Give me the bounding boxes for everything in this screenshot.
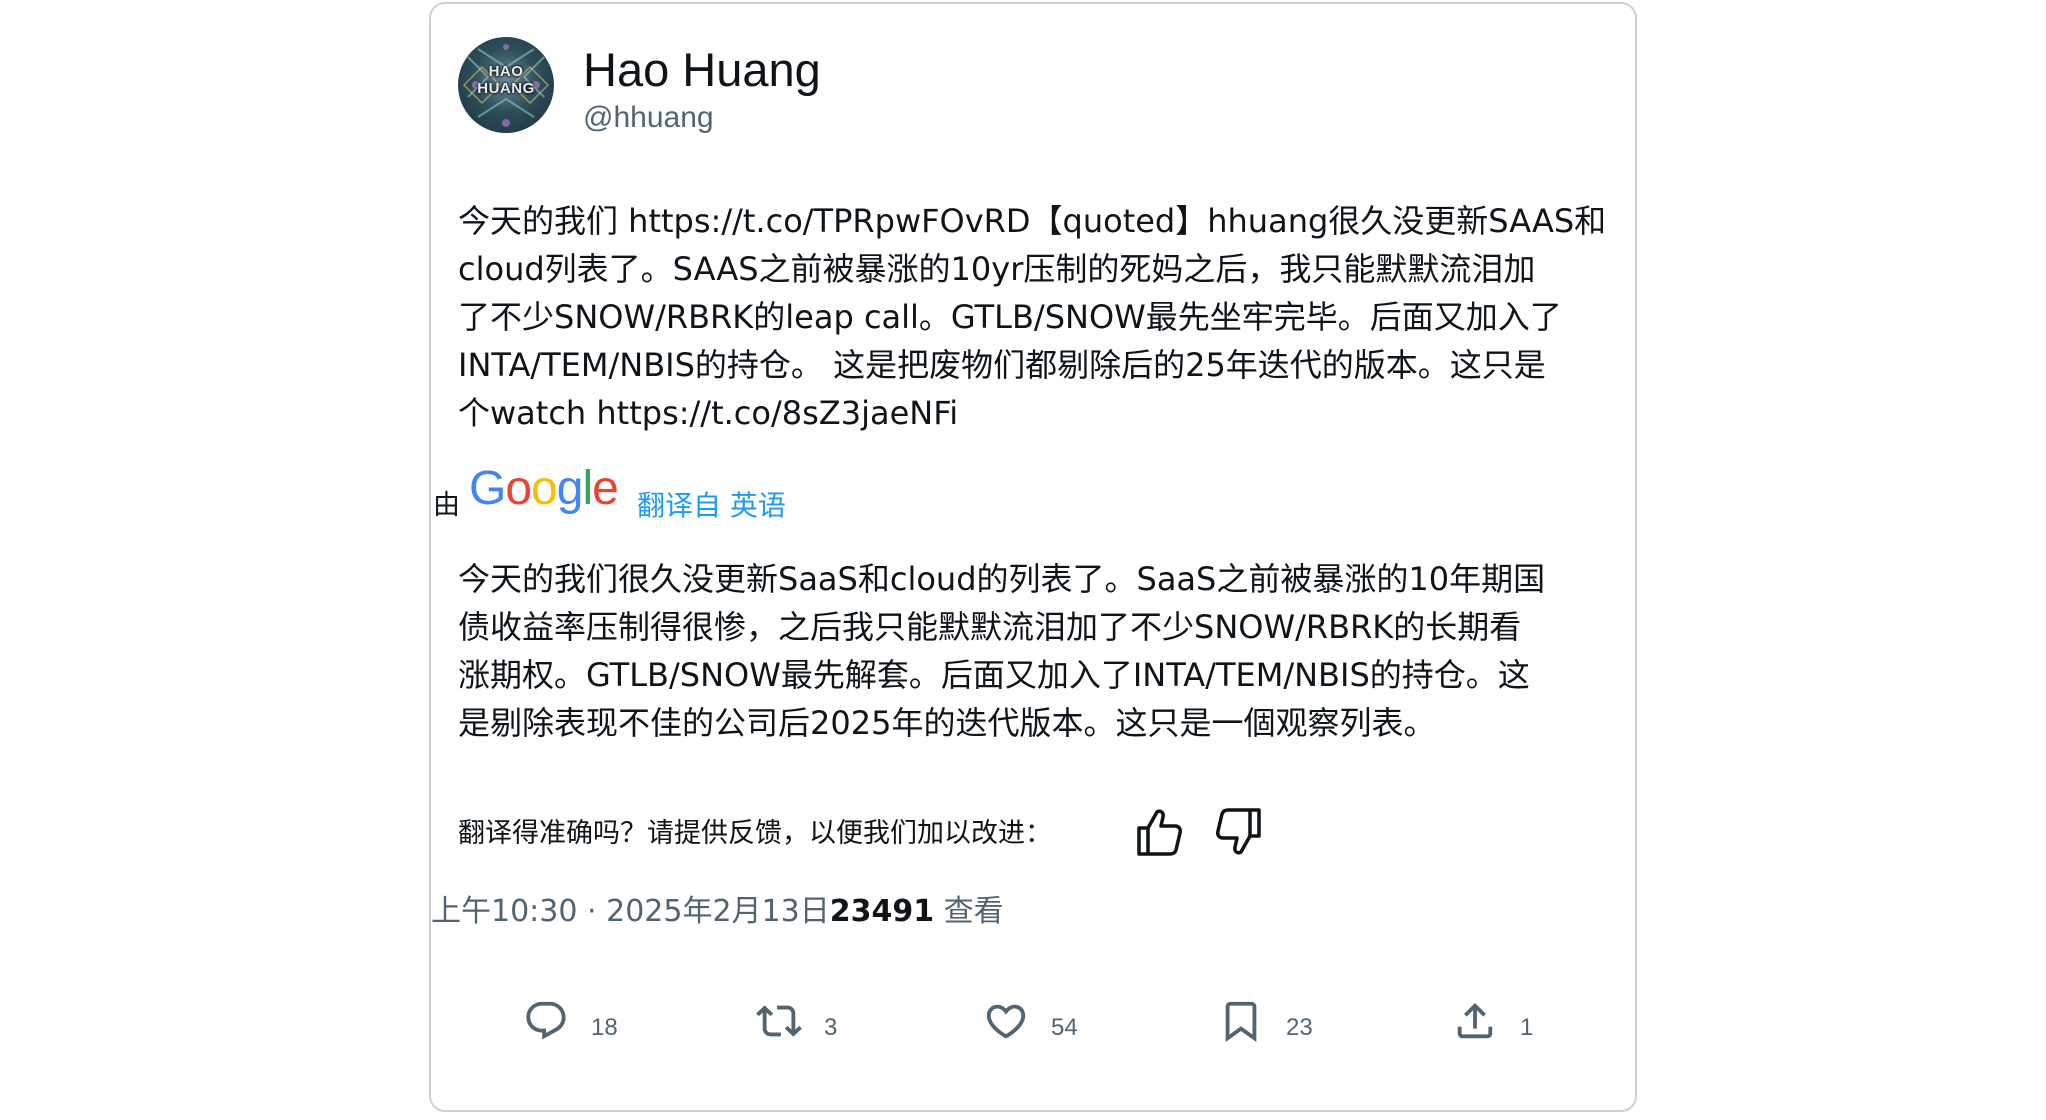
- thumbs-down-icon[interactable]: [1215, 806, 1263, 858]
- tweet-text: 今天的我们 https://t.co/TPRpwFOvRD【quoted】hhu…: [458, 197, 1628, 437]
- action-bar: 18 3 54 23 1: [431, 994, 1635, 1054]
- tweet-time[interactable]: 上午10:30: [431, 894, 577, 929]
- avatar-text-line1: HAO: [488, 63, 524, 80]
- translated-text-line: 债收益率压制得很惨，之后我只能默默流泪加了不少SNOW/RBRK的长期看: [458, 608, 1522, 646]
- reply-icon: [526, 1001, 566, 1040]
- thumbs-up-icon[interactable]: [1135, 806, 1183, 858]
- avatar-text-line2: HUANG: [477, 80, 535, 97]
- tweet-text-line: 了不少SNOW/RBRK的leap call。GTLB/SNOW最先坐牢完毕。后…: [458, 298, 1562, 336]
- translated-text: 今天的我们很久没更新SaaS和cloud的列表了。SaaS之前被暴涨的10年期国…: [458, 555, 1628, 747]
- google-logo: Google: [469, 462, 619, 515]
- author-name[interactable]: Hao Huang: [583, 41, 821, 99]
- author-handle[interactable]: @hhuang: [583, 100, 714, 136]
- views-label: 查看: [934, 894, 1004, 929]
- tweet-card: HAO HUANG Hao Huang @hhuang 今天的我们 https:…: [429, 2, 1637, 1112]
- tweet-date[interactable]: 2025年2月13日: [606, 894, 830, 929]
- avatar[interactable]: HAO HUANG: [458, 37, 554, 133]
- translated-by-label: 由: [433, 490, 460, 521]
- translated-text-line: 是剔除表现不佳的公司后2025年的迭代版本。这只是一個观察列表。: [458, 704, 1436, 742]
- reply-count: 18: [591, 1014, 618, 1041]
- tweet-text-line: cloud列表了。SAAS之前被暴涨的10yr压制的死妈之后，我只能默默流泪加: [458, 250, 1536, 288]
- meta-separator: ·: [587, 894, 597, 929]
- bookmark-count: 23: [1286, 1014, 1313, 1041]
- retweet-count: 3: [824, 1014, 838, 1041]
- share-count: 1: [1520, 1014, 1534, 1041]
- tweet-text-line: 个watch https://t.co/8sZ3jaeNFi: [458, 394, 959, 432]
- translated-text-line: 涨期权。GTLB/SNOW最先解套。后面又加入了INTA/TEM/NBIS的持仓…: [458, 656, 1530, 694]
- translated-text-line: 今天的我们很久没更新SaaS和cloud的列表了。SaaS之前被暴涨的10年期国: [458, 560, 1546, 598]
- like-count: 54: [1051, 1014, 1078, 1041]
- bookmark-icon: [1225, 1001, 1257, 1042]
- tweet-text-line: 今天的我们 https://t.co/TPRpwFOvRD【quoted】hhu…: [458, 202, 1607, 240]
- translation-feedback-prompt: 翻译得准确吗？请提供反馈，以便我们加以改进：: [458, 818, 1052, 849]
- tweet-meta: 上午10:30 · 2025年2月13日23491 查看: [431, 892, 1004, 932]
- translated-from-link[interactable]: 翻译自 英语: [637, 487, 786, 525]
- views-count: 23491: [829, 894, 935, 929]
- tweet-text-line: INTA/TEM/NBIS的持仓。 这是把废物们都剔除后的25年迭代的版本。这只…: [458, 346, 1546, 384]
- share-icon: [1457, 1002, 1493, 1039]
- retweet-icon: [756, 1005, 802, 1037]
- like-icon: [986, 1004, 1026, 1039]
